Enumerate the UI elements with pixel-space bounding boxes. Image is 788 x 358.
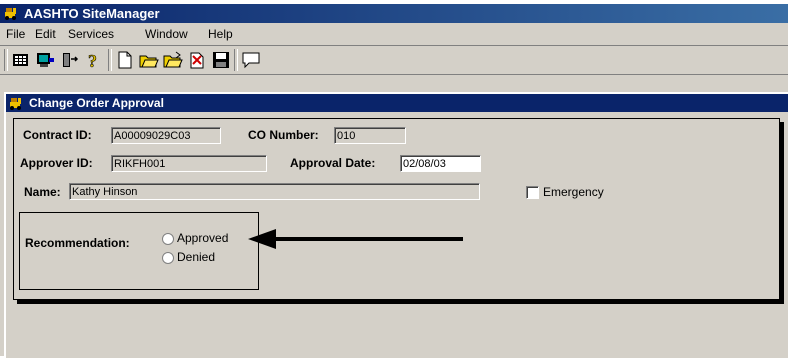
name-field[interactable]: Kathy Hinson bbox=[69, 183, 480, 200]
approved-label: Approved bbox=[177, 231, 229, 245]
window-title: Change Order Approval bbox=[29, 96, 164, 110]
app-icon bbox=[5, 8, 16, 20]
menu-file[interactable]: File bbox=[6, 27, 25, 41]
menu-help[interactable]: Help bbox=[208, 27, 233, 41]
name-label: Name: bbox=[24, 185, 61, 199]
svg-text:?: ? bbox=[88, 51, 97, 70]
message-button[interactable] bbox=[240, 50, 262, 70]
monitor-button[interactable] bbox=[34, 50, 56, 70]
save-icon bbox=[213, 52, 229, 68]
app-title: AASHTO SiteManager bbox=[24, 6, 160, 21]
window-icon bbox=[10, 98, 21, 110]
app-title-bar: AASHTO SiteManager bbox=[0, 4, 788, 23]
approval-date-field[interactable]: 02/08/03 bbox=[400, 155, 481, 172]
contract-id-label: Contract ID: bbox=[23, 128, 92, 142]
menu-bar: File Edit Services Window Help bbox=[0, 23, 788, 46]
approver-id-label: Approver ID: bbox=[20, 156, 93, 170]
exit-button[interactable] bbox=[58, 50, 80, 70]
emergency-checkbox[interactable] bbox=[526, 186, 539, 199]
door-exit-icon bbox=[63, 53, 79, 67]
toolbar-grip bbox=[4, 49, 8, 71]
new-button[interactable] bbox=[114, 50, 136, 70]
open-folder-alt-icon bbox=[163, 51, 183, 68]
monitor-icon bbox=[37, 53, 54, 67]
open-folder-icon bbox=[139, 55, 159, 68]
emergency-label: Emergency bbox=[543, 185, 604, 199]
approved-radio[interactable] bbox=[162, 233, 174, 245]
open-alt-button[interactable] bbox=[162, 50, 184, 70]
menu-services[interactable]: Services bbox=[68, 27, 114, 41]
denied-radio[interactable] bbox=[162, 252, 174, 264]
grid-icon bbox=[13, 54, 28, 66]
clear-icon bbox=[190, 52, 204, 69]
open-button[interactable] bbox=[138, 50, 160, 70]
save-button[interactable] bbox=[210, 50, 232, 70]
co-number-field[interactable]: 010 bbox=[334, 127, 406, 144]
approval-date-label: Approval Date: bbox=[290, 156, 376, 170]
contract-id-field[interactable]: A00009029C03 bbox=[111, 127, 221, 144]
approver-id-field[interactable]: RIKFH001 bbox=[111, 155, 267, 172]
recommendation-group bbox=[19, 212, 259, 290]
help-icon: ? bbox=[88, 51, 98, 72]
toolbar-separator bbox=[108, 49, 112, 71]
toolbar: ? bbox=[0, 46, 788, 75]
recommendation-label: Recommendation: bbox=[25, 236, 130, 250]
co-number-label: CO Number: bbox=[248, 128, 319, 142]
clear-button[interactable] bbox=[186, 50, 208, 70]
help-button[interactable]: ? bbox=[82, 50, 104, 72]
grid-button[interactable] bbox=[10, 50, 32, 70]
child-title-bar: Change Order Approval bbox=[6, 94, 788, 112]
menu-window[interactable]: Window bbox=[145, 27, 188, 41]
toolbar-separator-2 bbox=[234, 49, 238, 71]
new-document-icon bbox=[118, 51, 132, 69]
denied-label: Denied bbox=[177, 250, 216, 264]
menu-edit[interactable]: Edit bbox=[35, 27, 56, 41]
message-icon bbox=[242, 52, 260, 69]
pointer-arrow-icon bbox=[248, 229, 463, 249]
